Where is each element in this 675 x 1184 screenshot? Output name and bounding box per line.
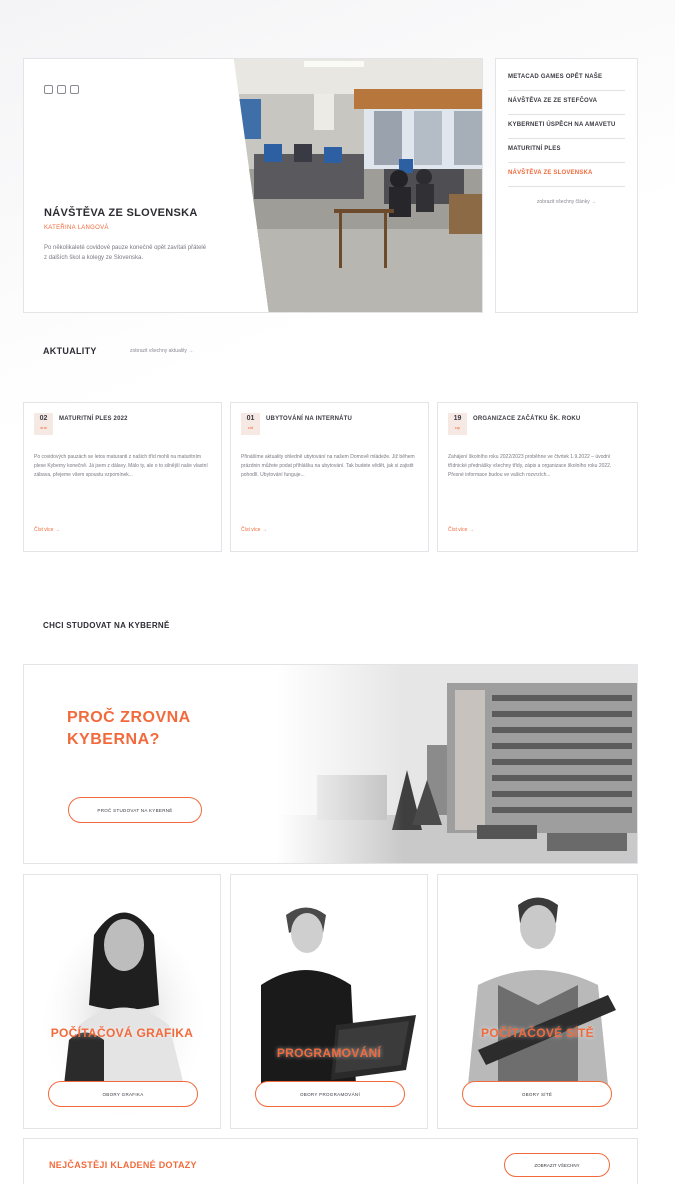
news-sidebar: METACAD GAMES OPĚT NAŠE NÁVŠTĚVA ZE ZE S…: [495, 58, 638, 313]
date-badge: 01 zář: [241, 413, 260, 435]
slider-dots: [44, 85, 79, 94]
date-month: dub: [40, 425, 47, 430]
school-building-photo: [277, 665, 637, 863]
card-title[interactable]: MATURITNÍ PLES 2022: [59, 413, 128, 423]
news-list-item[interactable]: NÁVŠTĚVA ZE ZE STEFČOVA: [508, 91, 625, 115]
date-day: 19: [453, 415, 462, 422]
news-card[interactable]: 01 zář UBYTOVÁNÍ NA INTERNÁTU Přinášíme …: [230, 402, 429, 552]
study-heading: CHCI STUDOVAT NA KYBERNĚ: [43, 621, 170, 630]
news-card[interactable]: 02 dub MATURITNÍ PLES 2022 Po covidových…: [23, 402, 222, 552]
faq-button[interactable]: ZOBRAZIT VŠECHNY: [504, 1153, 610, 1177]
card-excerpt: Zahájení školního roku 2022/2023 proběhn…: [448, 454, 612, 478]
faq-title: NEJČASTĚJI KLADENÉ DOTAZY: [49, 1160, 197, 1170]
card-title[interactable]: ORGANIZACE ZAČÁTKU ŠK. ROKU: [473, 413, 580, 423]
program-label: PROGRAMOVÁNÍ: [276, 1046, 382, 1060]
date-badge: 02 dub: [34, 413, 53, 435]
aktuality-heading: AKTUALITY: [43, 346, 97, 356]
card-excerpt: Přinášíme aktuality ohledně ubytování na…: [241, 454, 415, 478]
program-card-site[interactable]: POČÍTAČOVÉ SÍTĚ OBORY SÍTĚ: [437, 874, 638, 1129]
slider-dot[interactable]: [70, 85, 79, 94]
read-more-link[interactable]: Číst více →: [241, 527, 418, 533]
program-button[interactable]: OBORY GRAFIKA: [48, 1081, 198, 1107]
news-list-item[interactable]: KYBERNETI ÚSPĚCH NA AMAVETU: [508, 115, 625, 139]
hero-title[interactable]: NÁVŠTĚVA ZE SLOVENSKA: [44, 207, 244, 219]
why-kyberna-banner: PROČ ZROVNA KYBERNA? PROČ STUDOVAT NA KY…: [23, 664, 638, 864]
all-news-link[interactable]: zobrazit všechny aktuality →: [130, 348, 193, 354]
hero-photo: [234, 59, 482, 312]
hero-description: Po několikaleté covidové pauze konečně o…: [44, 245, 207, 261]
program-card-grafika[interactable]: POČÍTAČOVÁ GRAFIKA OBORY GRAFIKA: [23, 874, 221, 1129]
program-label: POČÍTAČOVÁ GRAFIKA: [50, 1026, 194, 1040]
read-more-link[interactable]: Číst více →: [448, 527, 627, 533]
card-title[interactable]: UBYTOVÁNÍ NA INTERNÁTU: [266, 413, 352, 423]
why-study-button[interactable]: PROČ STUDOVAT NA KYBERNĚ: [68, 797, 202, 823]
slider-dot[interactable]: [44, 85, 53, 94]
news-card[interactable]: 19 srp ORGANIZACE ZAČÁTKU ŠK. ROKU Zaháj…: [437, 402, 638, 552]
faq-section: NEJČASTĚJI KLADENÉ DOTAZY ZOBRAZIT VŠECH…: [23, 1138, 638, 1184]
date-day: 01: [246, 415, 255, 422]
date-month: srp: [454, 425, 461, 430]
card-excerpt: Po covidových pauzách se letos maturanti…: [34, 454, 208, 478]
date-badge: 19 srp: [448, 413, 467, 435]
slider-dot[interactable]: [57, 85, 66, 94]
program-label: POČÍTAČOVÉ SÍTĚ: [481, 1026, 594, 1040]
hero-author: KATEŘINA LANGOVÁ: [44, 225, 109, 231]
program-card-programovani[interactable]: PROGRAMOVÁNÍ OBORY PROGRAMOVÁNÍ: [230, 874, 428, 1129]
program-button[interactable]: OBORY PROGRAMOVÁNÍ: [255, 1081, 405, 1107]
hero-article[interactable]: NÁVŠTĚVA ZE SLOVENSKA KATEŘINA LANGOVÁ P…: [23, 58, 483, 313]
news-list-item[interactable]: MATURITNÍ PLES: [508, 139, 625, 163]
news-list-item-active[interactable]: NÁVŠTĚVA ZE SLOVENSKA: [508, 163, 625, 187]
date-month: zář: [247, 425, 254, 430]
hero-text: NÁVŠTĚVA ZE SLOVENSKA KATEŘINA LANGOVÁ P…: [44, 207, 244, 263]
date-day: 02: [39, 415, 48, 422]
news-list-item[interactable]: METACAD GAMES OPĚT NAŠE: [508, 67, 625, 91]
all-articles-link[interactable]: zobrazit všechny články →: [508, 199, 625, 205]
program-button[interactable]: OBORY SÍTĚ: [462, 1081, 612, 1107]
read-more-link[interactable]: Číst více →: [34, 527, 211, 533]
why-title: PROČ ZROVNA KYBERNA?: [67, 709, 191, 748]
